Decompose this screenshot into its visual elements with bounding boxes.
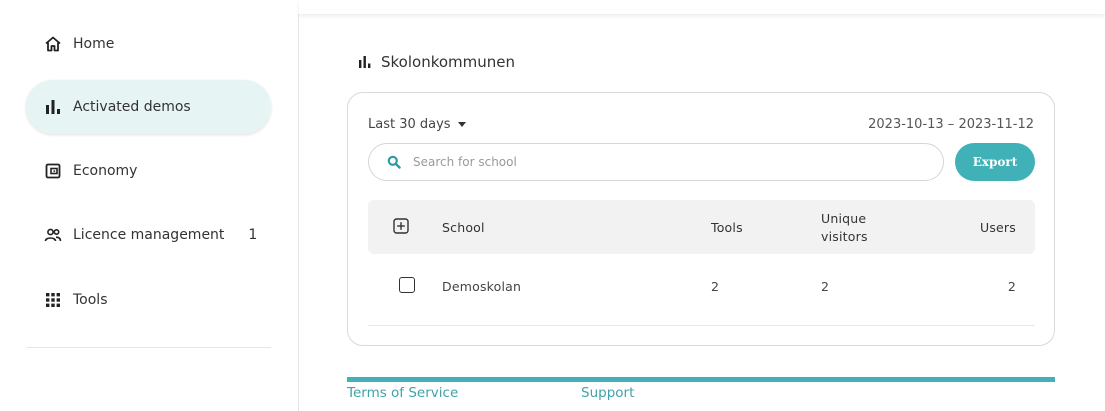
- wallet-icon: [44, 162, 62, 180]
- sidebar-item-label: Licence management: [73, 227, 225, 243]
- support-link[interactable]: Support: [581, 385, 634, 401]
- sidebar-item-label: Activated demos: [73, 99, 191, 115]
- sidebar-item-economy[interactable]: Economy: [26, 144, 271, 198]
- cell-unique-visitors: 2: [821, 279, 830, 294]
- table-row[interactable]: Demoskolan 2 2 2: [368, 268, 1035, 326]
- search-box: [368, 143, 944, 181]
- people-icon: [44, 226, 62, 244]
- bar-chart-icon: [358, 55, 372, 69]
- column-header-unique-visitors[interactable]: Unique visitors: [821, 210, 891, 246]
- period-dropdown[interactable]: Last 30 days: [368, 117, 466, 132]
- page-title: Skolonkommunen: [358, 53, 515, 71]
- column-header-school[interactable]: School: [442, 220, 485, 235]
- bar-chart-icon: [44, 98, 62, 116]
- top-bar: [299, 0, 1105, 14]
- sidebar-item-licence-management[interactable]: Licence management 1: [26, 208, 271, 262]
- sidebar-item-label: Tools: [73, 292, 108, 308]
- table-header: School Tools Unique visitors Users: [368, 200, 1035, 254]
- column-header-users[interactable]: Users: [980, 220, 1016, 235]
- sidebar-item-activated-demos[interactable]: Activated demos: [26, 80, 271, 134]
- caret-down-icon: [457, 122, 466, 127]
- search-icon: [387, 155, 401, 169]
- search-input[interactable]: [413, 155, 893, 169]
- stats-card: Last 30 days 2023-10-13 – 2023-11-12 Exp…: [347, 92, 1055, 346]
- sidebar-item-label: Economy: [73, 163, 138, 179]
- period-label: Last 30 days: [368, 117, 451, 132]
- home-icon: [44, 35, 62, 53]
- grid-icon: [44, 291, 62, 309]
- column-header-tools[interactable]: Tools: [711, 220, 743, 235]
- sidebar-divider: [26, 347, 271, 348]
- export-button[interactable]: Export: [955, 143, 1035, 181]
- sidebar-border: [298, 14, 299, 411]
- licence-count-badge: 1: [248, 227, 258, 243]
- expand-all-icon[interactable]: [393, 218, 409, 238]
- date-range: 2023-10-13 – 2023-11-12: [868, 117, 1034, 132]
- cell-school: Demoskolan: [442, 279, 522, 294]
- sidebar-item-label: Home: [73, 36, 115, 52]
- footer-divider: [347, 377, 1055, 382]
- cell-tools: 2: [711, 279, 720, 294]
- terms-of-service-link[interactable]: Terms of Service: [347, 385, 458, 401]
- row-checkbox[interactable]: [399, 277, 415, 293]
- sidebar: Home Activated demos Economy Licence man…: [0, 0, 299, 411]
- page-title-text: Skolonkommunen: [381, 53, 516, 71]
- sidebar-item-tools[interactable]: Tools: [26, 273, 271, 327]
- cell-users: 2: [1007, 279, 1016, 294]
- sidebar-item-home[interactable]: Home: [26, 17, 271, 71]
